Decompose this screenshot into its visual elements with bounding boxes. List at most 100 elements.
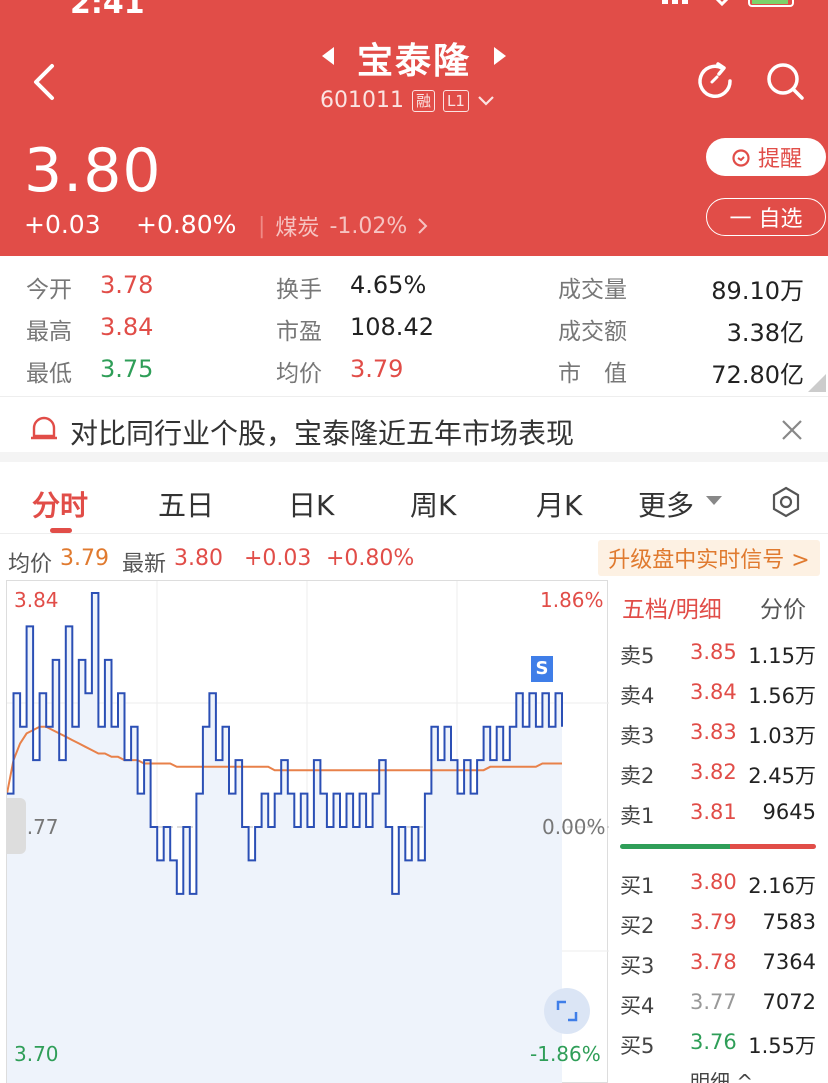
bid-volume: 7072 [762,990,816,1014]
stat-low: 3.75 [100,355,154,383]
pct-tick-mid: 0.00% [542,815,606,839]
bid-price: 3.77 [690,990,737,1014]
indicator-change: +0.03 [244,546,312,571]
status-icons [660,0,798,8]
orderbook-tab-price[interactable]: 分价 [760,590,806,624]
ask-price: 3.84 [690,680,737,704]
stat-label: 最低 [26,361,72,387]
upgrade-signal-button[interactable]: 升级盘中实时信号 > [598,540,820,576]
ask-price: 3.82 [690,760,737,784]
tab-monthly-k[interactable]: 月K [536,484,582,524]
bid-label: 买4 [620,994,655,1018]
stat-label: 均价 [276,361,322,387]
intraday-chart-svg [6,581,609,1083]
indicator-change-pct: +0.80% [326,546,415,571]
search-icon[interactable] [762,58,808,104]
sector-change: -1.02% [329,213,408,239]
stock-name: 宝泰隆 [356,41,471,82]
bid-ratio [620,844,730,849]
ask-volume: 1.56万 [748,684,816,708]
bid-label: 买5 [620,1034,655,1058]
settings-icon[interactable] [770,486,802,518]
ask-volume: 9645 [762,800,816,824]
price-change-pct: +0.80% [136,210,237,239]
stat-label: 成交量 [558,277,627,303]
ask-label: 卖4 [620,684,655,708]
bid-price: 3.80 [690,870,737,894]
price-area [7,593,562,1083]
stat-label: 成交额 [558,319,627,345]
active-tab-indicator [50,528,72,533]
ask-ratio [729,844,816,849]
orderbook-tab-active[interactable]: 五档/明细 [622,590,722,624]
stat-avg: 3.79 [350,355,404,383]
bid-label: 买2 [620,914,655,938]
pct-tick-top: 1.86% [540,588,604,612]
intraday-chart[interactable] [6,580,609,1083]
fullscreen-icon [556,1000,578,1022]
avg-label: 均价 [8,552,53,577]
stat-high: 3.84 [100,313,154,341]
ask-volume: 2.45万 [748,764,816,788]
bid-label: 买1 [620,874,655,898]
stat-amount: 3.38亿 [726,319,804,347]
stat-label: 市 值 [558,361,627,387]
ask-label: 卖3 [620,724,655,748]
bid-volume: 1.55万 [748,1034,816,1058]
stat-market-cap: 72.80亿 [711,361,804,389]
ask-volume: 1.03万 [748,724,816,748]
battery-icon [748,0,794,7]
bid-price: 3.79 [690,910,737,934]
ask-label: 卖1 [620,804,655,828]
tab-weekly-k[interactable]: 周K [410,484,456,524]
detail-toggle[interactable]: 明细 ^ [690,1066,753,1083]
sector-name: 煤炭 [275,216,320,241]
fullscreen-button[interactable] [544,988,590,1034]
alarm-icon [732,149,750,167]
expand-corner-icon[interactable] [808,374,826,392]
signal-marker[interactable]: S [531,656,553,682]
sector-link[interactable]: | 煤炭 -1.02% [258,210,429,242]
stat-volume: 89.10万 [711,277,804,305]
caret-down-icon [706,496,722,505]
stat-label: 市盈 [276,319,322,345]
remind-button[interactable]: 提醒 [706,138,826,176]
stock-code-row[interactable]: 601011 融 L1 [320,88,495,113]
avg-value: 3.79 [60,546,109,571]
refresh-icon[interactable] [692,58,738,104]
bid-price: 3.76 [690,1030,737,1054]
add-watchlist-button[interactable]: 一 自选 [706,198,826,236]
bid-ask-ratio-bar [620,844,816,849]
margin-tag: 融 [411,89,435,112]
ask-price: 3.81 [690,800,737,824]
bid-volume: 2.16万 [748,874,816,898]
stat-label: 换手 [276,277,322,303]
bid-price: 3.78 [690,950,737,974]
price-change: +0.03 [24,210,101,239]
chart-drawer-handle[interactable] [6,798,26,854]
current-price: 3.80 [24,136,162,206]
notice-text: 对比同行业个股，宝泰隆近五年市场表现 [70,417,575,450]
ask-price: 3.85 [690,640,737,664]
tab-daily-k[interactable]: 日K [288,484,334,524]
latest-label: 最新 [122,552,167,577]
status-time: 2:41 [70,0,145,21]
pct-tick-bottom: -1.86% [530,1042,601,1066]
bid-label: 买3 [620,954,655,978]
tab-intraday[interactable]: 分时 [32,484,88,524]
ask-price: 3.83 [690,720,737,744]
alarm-bell-icon [31,416,57,440]
bid-volume: 7583 [762,910,816,934]
stat-label: 今开 [26,277,72,303]
level-tag: L1 [443,89,469,112]
tab-five-day[interactable]: 五日 [158,484,214,524]
y-tick-bottom: 3.70 [14,1042,59,1066]
bid-volume: 7364 [762,950,816,974]
tab-more[interactable]: 更多 [638,484,694,524]
next-stock-icon[interactable] [494,47,506,65]
stock-detail-screen: 2:41 宝泰隆 601011 融 L1 3.80 +0.03 +0.80% |… [0,0,828,1083]
ask-label: 卖5 [620,644,655,668]
y-tick-top: 3.84 [14,588,59,612]
chevron-right-icon [418,218,428,234]
close-icon[interactable] [780,418,804,442]
